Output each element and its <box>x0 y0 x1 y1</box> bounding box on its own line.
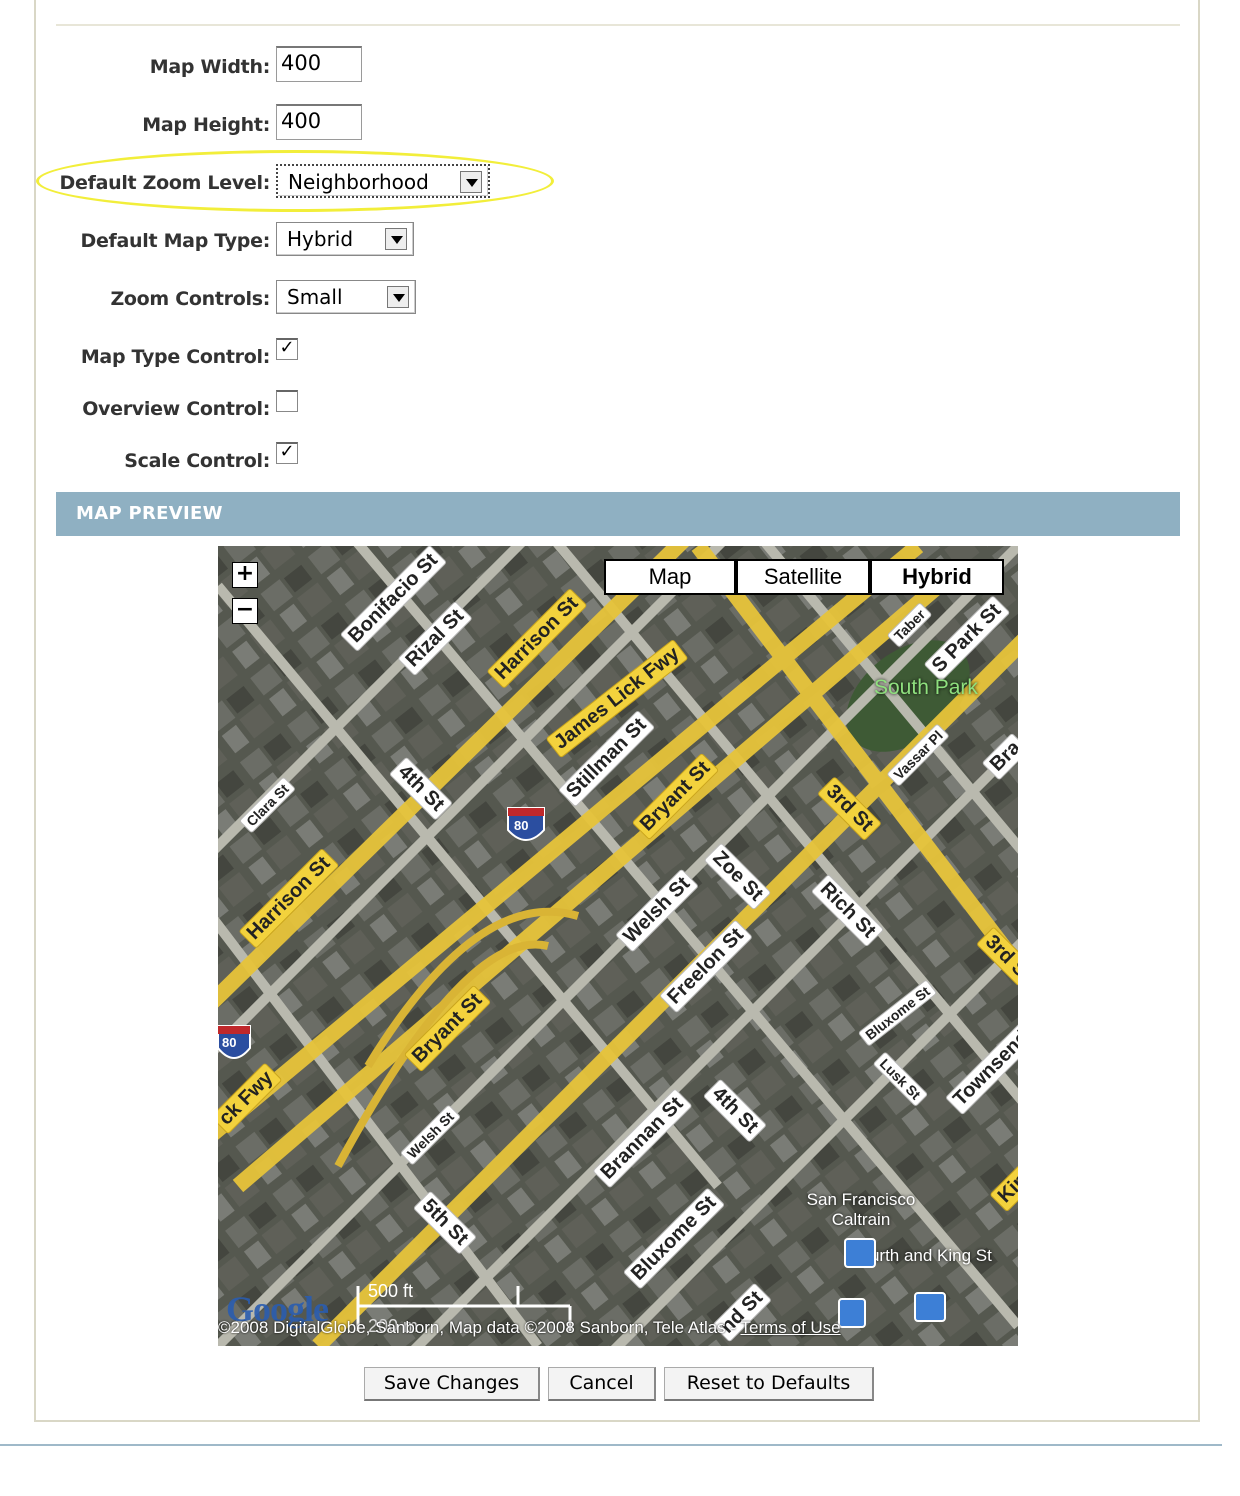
reset-to-defaults-button[interactable]: Reset to Defaults <box>664 1367 874 1401</box>
map-type-satellite-button[interactable]: Satellite <box>736 559 870 595</box>
scale-label-ft: 500 ft <box>368 1281 414 1301</box>
map-type-hybrid-button[interactable]: Hybrid <box>870 559 1004 595</box>
cancel-button[interactable]: Cancel <box>548 1367 656 1401</box>
scale-control-label: Scale Control: <box>124 450 270 472</box>
map-type-control-checkbox[interactable]: ✓ <box>276 338 298 360</box>
interstate-80-shield-label: 80 <box>514 818 529 833</box>
scale-control-checkbox[interactable]: ✓ <box>276 442 298 464</box>
chevron-down-icon <box>387 286 409 308</box>
map-height-label: Map Height: <box>142 114 270 136</box>
train-station-icon[interactable] <box>844 1238 876 1268</box>
zoom-controls-select[interactable]: Small <box>276 280 416 314</box>
zoom-out-button[interactable]: − <box>232 598 258 624</box>
copyright-text: ©2008 DigitalGlobe, Sanborn, Map data ©2… <box>218 1318 741 1337</box>
map-copyright: ©2008 DigitalGlobe, Sanborn, Map data ©2… <box>218 1318 1018 1338</box>
save-changes-button[interactable]: Save Changes <box>364 1367 540 1401</box>
map-type-control-label: Map Type Control: <box>80 346 270 368</box>
zoom-in-button[interactable]: + <box>232 562 258 588</box>
interstate-80-shield-label: 80 <box>222 1035 237 1050</box>
map-preview-header: MAP PREVIEW <box>56 492 1180 536</box>
overview-control-checkbox[interactable] <box>276 390 298 412</box>
map-preview-title: MAP PREVIEW <box>76 503 223 524</box>
footer-divider <box>0 1444 1222 1446</box>
default-map-type-value: Hybrid <box>287 227 354 251</box>
default-map-type-select[interactable]: Hybrid <box>276 222 414 256</box>
map-preview[interactable]: Bonifacio St Rizal St Harrison St James … <box>218 546 1018 1346</box>
map-width-input[interactable]: 400 <box>276 46 362 82</box>
default-map-type-label: Default Map Type: <box>80 230 270 252</box>
divider <box>56 24 1180 26</box>
park-label: South Park <box>874 676 978 699</box>
highlight-ellipse <box>36 150 554 212</box>
map-height-input[interactable]: 400 <box>276 104 362 140</box>
zoom-controls-value: Small <box>287 285 343 309</box>
map-type-map-button[interactable]: Map <box>604 559 736 595</box>
map-width-label: Map Width: <box>149 56 271 78</box>
station-label: San Francisco Caltrain <box>806 1190 916 1229</box>
terms-of-use-link[interactable]: Terms of Use <box>740 1318 840 1337</box>
overview-control-label: Overview Control: <box>82 398 270 420</box>
zoom-controls-label: Zoom Controls: <box>110 288 270 310</box>
chevron-down-icon <box>385 228 407 250</box>
